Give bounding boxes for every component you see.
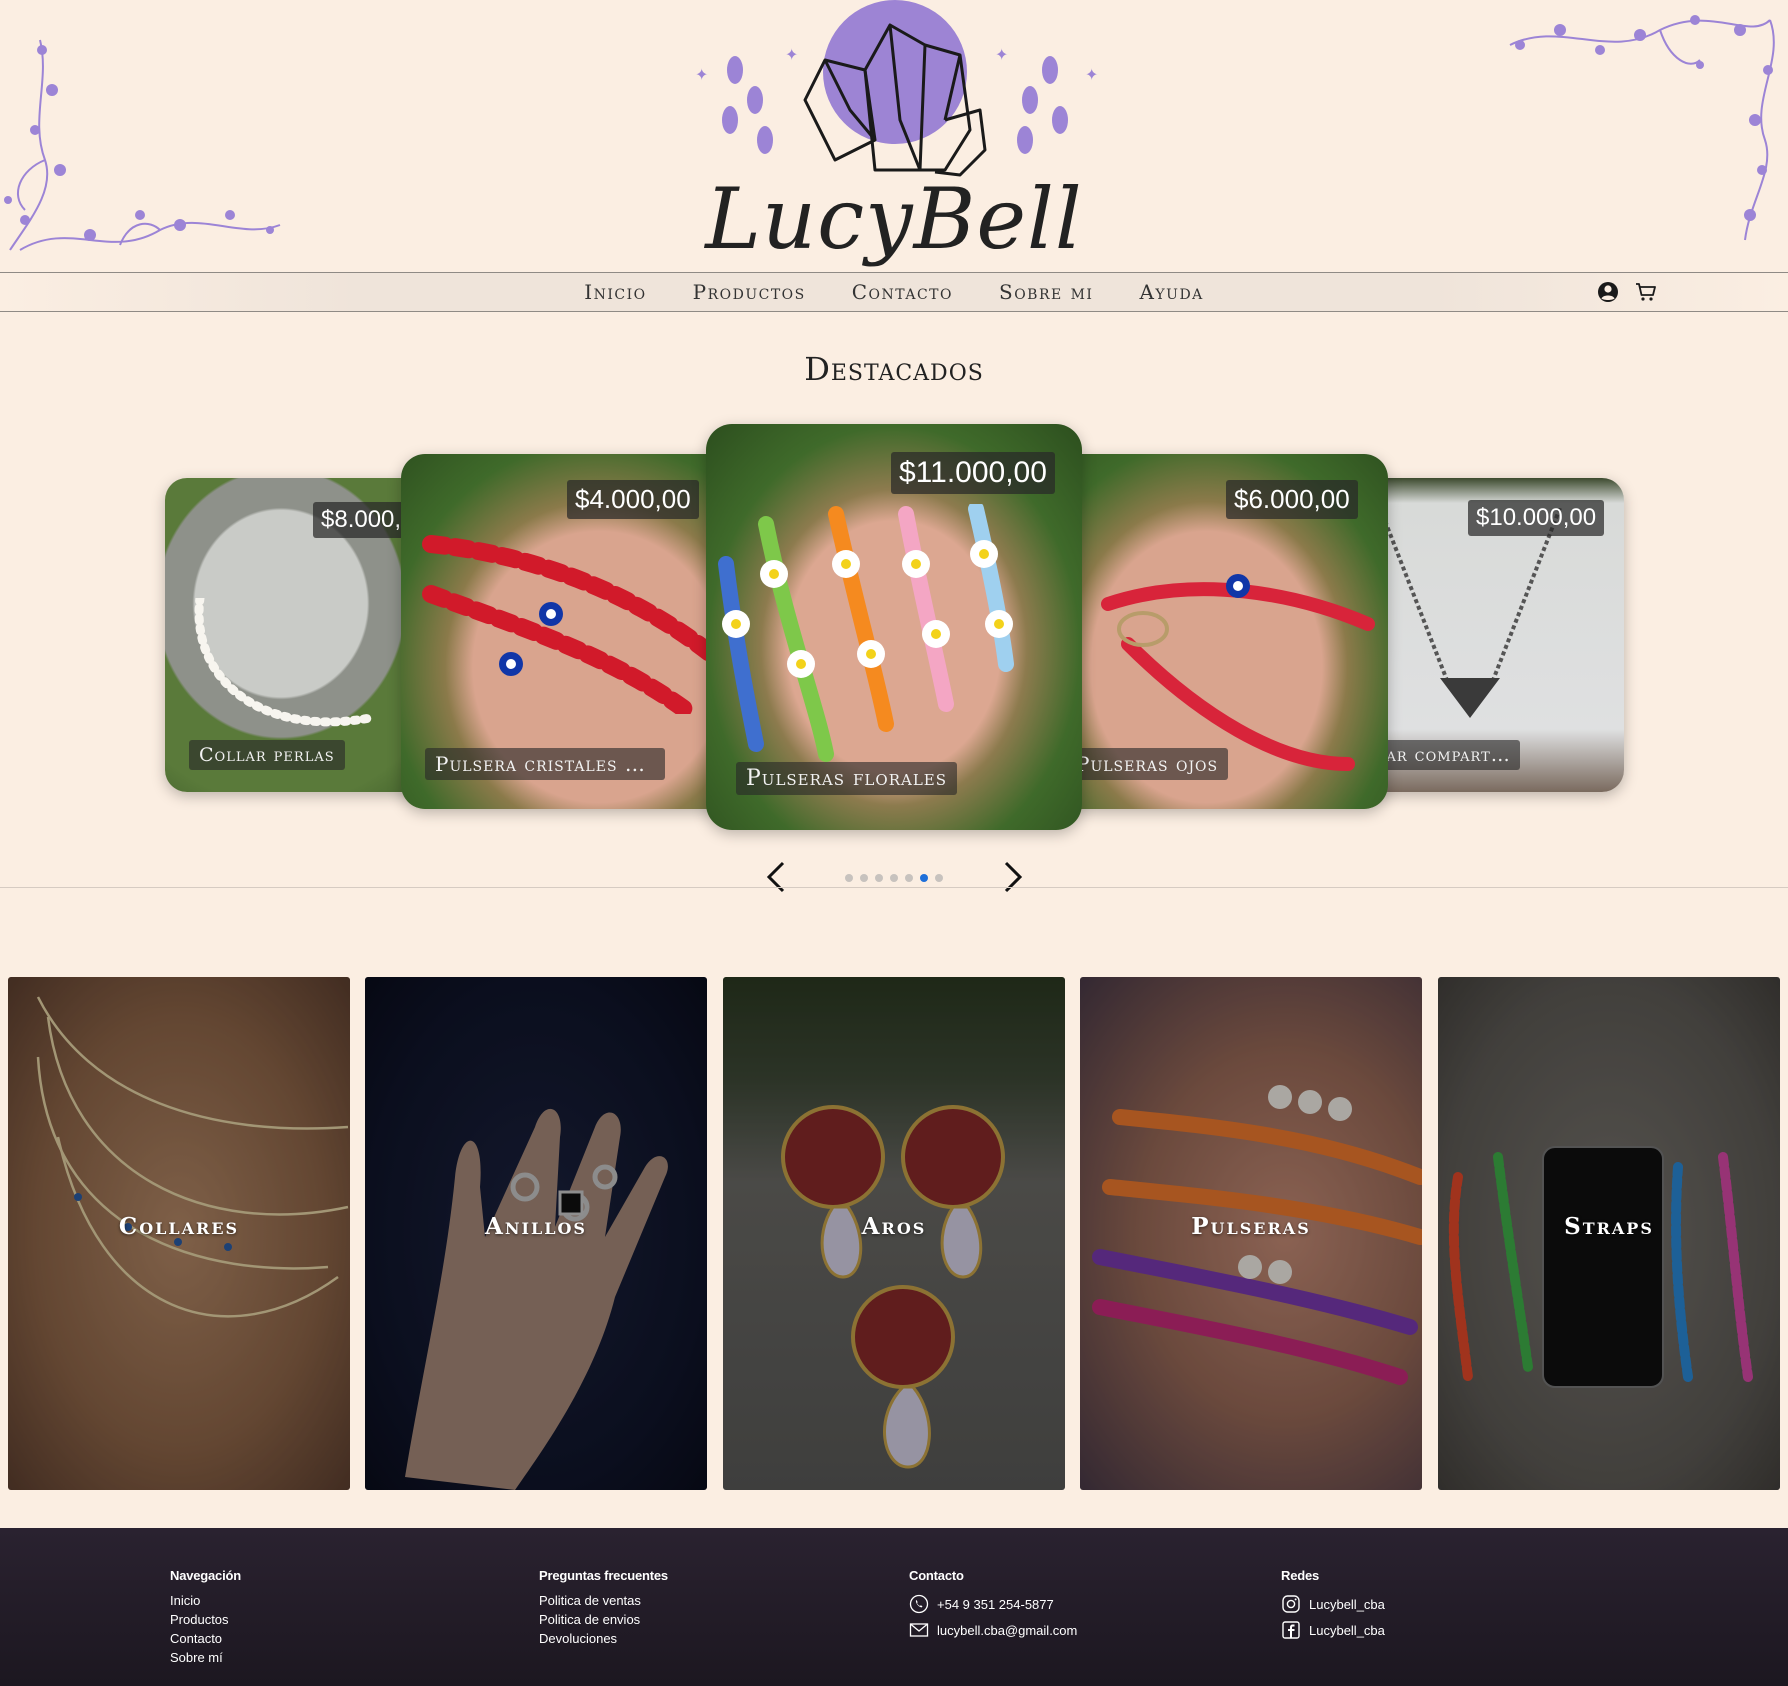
carousel-dot[interactable] [935, 874, 943, 882]
footer-link-politica-envios[interactable]: Politica de envios [539, 1610, 668, 1629]
site-footer: Navegación Inicio Productos Contacto Sob… [0, 1528, 1788, 1686]
footer-link-devoluciones[interactable]: Devoluciones [539, 1629, 668, 1648]
footer-heading: Contacto [909, 1568, 964, 1583]
product-name: Pulsera cristales co... [425, 748, 665, 780]
footer-redes: Redes Lucybell_cba Lucybell_cba [1281, 1568, 1385, 1643]
site-header: ✦ ✦ ✦ ✦ LucyBell Inicio Productos Contacto … [0, 0, 1788, 312]
footer-link-politica-ventas[interactable]: Politica de ventas [539, 1591, 668, 1610]
carousel-dot-active[interactable] [920, 874, 928, 882]
footer-facebook-text: Lucybell_cba [1309, 1622, 1385, 1638]
carousel-dot[interactable] [905, 874, 913, 882]
footer-email[interactable]: lucybell.cba@gmail.com [909, 1617, 1077, 1643]
featured-section-title: Destacados [804, 350, 984, 388]
carousel-dot[interactable] [860, 874, 868, 882]
nav-ayuda[interactable]: Ayuda [1139, 273, 1203, 311]
carousel-pagination [845, 874, 943, 882]
carousel-dot[interactable] [875, 874, 883, 882]
nav-sobre-mi[interactable]: Sobre mi [999, 273, 1093, 311]
mail-icon [909, 1623, 929, 1637]
flower-bracelets-graphic [718, 504, 1014, 762]
footer-instagram[interactable]: Lucybell_cba [1281, 1591, 1385, 1617]
crystal-logo: ✦ ✦ ✦ ✦ [695, 0, 1098, 177]
carousel-dot[interactable] [890, 874, 898, 882]
footer-navegacion: Navegación Inicio Productos Contacto Sob… [170, 1568, 241, 1667]
product-card-pulsera-cristales[interactable]: $4.000,00 Pulsera cristales co... [401, 454, 731, 809]
price-tag: $11.000,00 [891, 452, 1055, 494]
product-name: Pulseras florales [736, 762, 958, 795]
footer-contacto: Contacto +54 9 351 254-5877 lucybell.cba… [909, 1568, 1077, 1643]
footer-link-contacto[interactable]: Contacto [170, 1629, 241, 1648]
svg-text:✦: ✦ [995, 47, 1008, 64]
footer-heading: Redes [1281, 1568, 1320, 1583]
svg-text:✦: ✦ [695, 67, 708, 84]
svg-text:✦: ✦ [785, 47, 798, 64]
footer-heading: Navegación [170, 1568, 241, 1583]
footer-link-productos[interactable]: Productos [170, 1610, 241, 1629]
category-aros[interactable]: Aros [723, 977, 1065, 1490]
product-name: Collar perlas [189, 740, 345, 770]
footer-link-sobre-mi[interactable]: Sobre mí [170, 1648, 241, 1667]
instagram-icon [1282, 1595, 1300, 1613]
footer-faq: Preguntas frecuentes Politica de ventas … [539, 1568, 668, 1648]
price-tag: $4.000,00 [567, 480, 699, 519]
user-account-icon[interactable] [1596, 280, 1620, 304]
product-card-pulseras-florales[interactable]: $11.000,00 Pulseras florales [706, 424, 1082, 830]
price-tag: $10.000,00 [1468, 500, 1605, 536]
carousel-dot[interactable] [845, 874, 853, 882]
footer-link-inicio[interactable]: Inicio [170, 1591, 241, 1610]
main-navigation: Inicio Productos Contacto Sobre mi Ayuda [0, 272, 1788, 312]
footer-email-text: lucybell.cba@gmail.com [937, 1622, 1078, 1638]
category-pulseras[interactable]: Pulseras [1080, 977, 1422, 1490]
section-divider [0, 887, 1788, 888]
red-bracelet-graphic [422, 535, 720, 714]
category-label: Anillos [485, 1213, 587, 1240]
svg-text:✦: ✦ [1085, 67, 1098, 84]
category-label: Pulseras [1191, 1213, 1311, 1240]
facebook-icon [1282, 1621, 1300, 1639]
whatsapp-icon [909, 1594, 929, 1614]
nav-inicio[interactable]: Inicio [584, 273, 646, 311]
category-label: Aros [861, 1213, 927, 1240]
heart-necklace-graphic [1378, 508, 1562, 718]
nav-productos[interactable]: Productos [693, 273, 806, 311]
price-tag: $6.000,00 [1226, 480, 1358, 519]
category-straps[interactable]: Straps [1438, 977, 1780, 1490]
shopping-cart-icon[interactable] [1634, 280, 1658, 304]
footer-facebook[interactable]: Lucybell_cba [1281, 1617, 1385, 1643]
category-collares[interactable]: Collares [8, 977, 350, 1490]
footer-instagram-text: Lucybell_cba [1309, 1596, 1385, 1612]
pearl-necklace-graphic [194, 598, 375, 727]
eye-bracelet-graphic [1101, 574, 1375, 771]
chevron-right-icon[interactable] [992, 857, 1032, 897]
footer-heading: Preguntas frecuentes [539, 1568, 668, 1583]
footer-phone-text: +54 9 351 254-5877 [937, 1596, 1054, 1612]
product-name: Pulseras ojos [1066, 748, 1229, 780]
product-card-pulseras-ojos[interactable]: $6.000,00 Pulseras ojos [1058, 454, 1388, 809]
category-label: Straps [1564, 1213, 1654, 1240]
chevron-left-icon[interactable] [757, 857, 797, 897]
category-anillos[interactable]: Anillos [365, 977, 707, 1490]
brand-name[interactable]: LucyBell [0, 170, 1788, 268]
category-label: Collares [118, 1213, 240, 1240]
footer-phone[interactable]: +54 9 351 254-5877 [909, 1591, 1077, 1617]
nav-contacto[interactable]: Contacto [852, 273, 953, 311]
